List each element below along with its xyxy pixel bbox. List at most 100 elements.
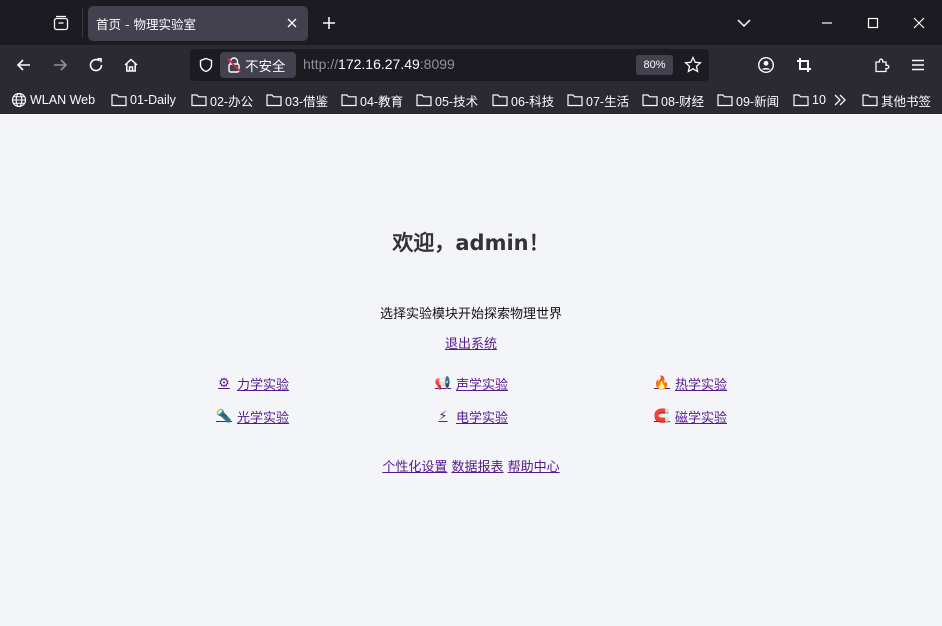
bookmark-folder[interactable]: 06-科技	[492, 90, 554, 110]
folder-icon	[862, 94, 878, 107]
bookmark-label: 10	[812, 93, 826, 107]
megaphone-icon: 📢	[434, 376, 452, 391]
bookmark-star-button[interactable]	[683, 55, 703, 75]
help-center-link[interactable]: 帮助中心	[508, 460, 560, 475]
menu-button[interactable]	[904, 51, 932, 79]
lightning-icon: ⚡	[438, 409, 448, 424]
folder-icon	[717, 94, 733, 107]
forward-button[interactable]	[46, 51, 74, 79]
arrow-left-icon	[16, 59, 30, 71]
url-text[interactable]: http://172.16.27.49:8099	[303, 56, 455, 72]
bookmark-folder[interactable]: 03-借鉴	[266, 90, 328, 110]
site-security-button[interactable]: 不安全	[220, 52, 296, 78]
folder-icon	[492, 94, 508, 107]
bookmark-folder[interactable]: 08-财经	[642, 90, 704, 110]
module-magnetism-link[interactable]: 🧲 磁学实验	[654, 407, 727, 426]
logout-link[interactable]: 退出系统	[445, 337, 497, 352]
back-button[interactable]	[10, 51, 38, 79]
settings-link[interactable]: 个性化设置	[382, 460, 447, 475]
bookmark-label: 02-办公	[210, 94, 254, 109]
module-label: 力学实验	[237, 378, 290, 393]
home-button[interactable]	[117, 51, 145, 79]
url-port: :8099	[419, 56, 455, 72]
minimize-button[interactable]	[812, 8, 842, 38]
new-tab-button[interactable]	[316, 10, 342, 36]
star-icon	[684, 56, 702, 73]
bookmark-folder[interactable]: 01-Daily	[111, 90, 176, 110]
tab-list-button[interactable]	[46, 8, 76, 38]
address-bar[interactable]: 不安全 http://172.16.27.49:8099 80%	[190, 49, 709, 81]
module-electricity-link[interactable]: ⚡ 电学实验	[435, 407, 508, 426]
bookmark-folder[interactable]: 02-办公	[191, 90, 253, 110]
url-host: 172.16.27.49	[338, 56, 420, 72]
tab-title: 首页 - 物理实验室	[96, 17, 196, 32]
globe-icon	[11, 92, 27, 108]
gear-icon: ⚙	[218, 376, 230, 391]
module-optics-link[interactable]: 🔦 光学实验	[216, 407, 289, 426]
tab-bar: 首页 - 物理实验室	[0, 0, 942, 45]
folder-icon	[793, 94, 809, 107]
module-label: 热学实验	[675, 378, 728, 393]
insecure-lock-icon	[226, 57, 242, 73]
tab-overflow-button[interactable]	[729, 8, 759, 38]
flashlight-icon: 🔦	[215, 409, 233, 424]
bookmark-label: 07-生活	[586, 94, 630, 109]
hamburger-menu-icon	[912, 59, 924, 71]
bookmark-folder[interactable]: 10	[793, 90, 826, 110]
url-scheme: http://	[303, 56, 339, 72]
bookmark-label: 04-教育	[360, 94, 404, 109]
bookmark-label: 01-Daily	[130, 93, 176, 107]
module-thermal-link[interactable]: 🔥 热学实验	[654, 374, 727, 393]
security-label: 不安全	[245, 59, 286, 75]
module-acoustics-link[interactable]: 📢 声学实验	[435, 374, 508, 393]
tracking-protection-button[interactable]	[196, 55, 216, 75]
bookmark-label: 其他书签	[881, 94, 932, 109]
module-mechanics-link[interactable]: ⚙ 力学实验	[216, 374, 289, 393]
reload-icon	[89, 58, 103, 72]
close-window-button[interactable]	[904, 8, 934, 38]
other-bookmarks-folder[interactable]: 其他书签	[862, 90, 931, 110]
chevron-down-icon	[737, 19, 751, 28]
account-button[interactable]	[752, 51, 780, 79]
shield-icon	[199, 57, 213, 73]
module-label: 磁学实验	[675, 411, 728, 426]
bookmarks-overflow-button[interactable]	[833, 90, 850, 110]
account-icon	[757, 56, 775, 74]
bookmark-folder[interactable]: 07-生活	[567, 90, 629, 110]
bookmark-folder[interactable]: 05-技术	[416, 90, 478, 110]
active-tab[interactable]: 首页 - 物理实验室	[88, 6, 308, 41]
page-content: 欢迎，admin！ 选择实验模块开始探索物理世界 退出系统 ⚙ 力学实验 📢 声学实…	[0, 114, 942, 626]
folder-icon	[416, 94, 432, 107]
bookmark-folder[interactable]: 04-教育	[341, 90, 403, 110]
arrow-right-icon	[54, 59, 68, 71]
crop-icon	[797, 58, 811, 72]
maximize-button[interactable]	[858, 8, 888, 38]
module-label: 光学实验	[237, 411, 290, 426]
welcome-heading: 欢迎，admin！	[392, 231, 550, 255]
bookmark-wlan-web[interactable]: WLAN Web	[11, 90, 95, 110]
logout-row: 退出系统	[0, 333, 942, 352]
module-label: 声学实验	[456, 378, 509, 393]
magnet-icon: 🧲	[653, 409, 671, 424]
plus-icon	[323, 17, 335, 29]
screenshot-button[interactable]	[790, 51, 818, 79]
bookmark-label: 08-财经	[661, 94, 705, 109]
bookmarks-toolbar: WLAN Web 01-Daily 02-办公 03-借鉴 04-教育 05-技…	[0, 85, 942, 114]
bookmark-label: 09-新闻	[736, 94, 780, 109]
tab-manager-icon	[53, 15, 69, 31]
bookmark-label: 05-技术	[435, 94, 479, 109]
home-icon	[124, 58, 138, 72]
bookmark-label: WLAN Web	[30, 93, 96, 107]
minimize-icon	[822, 22, 832, 24]
bookmark-folder[interactable]: 09-新闻	[717, 90, 779, 110]
zoom-level-button[interactable]: 80%	[636, 55, 673, 75]
extensions-button[interactable]	[868, 51, 896, 79]
bookmark-label: 03-借鉴	[285, 94, 329, 109]
reload-button[interactable]	[82, 51, 110, 79]
bookmark-label: 06-科技	[511, 94, 555, 109]
fire-icon: 🔥	[653, 376, 671, 391]
module-label: 电学实验	[456, 411, 509, 426]
tab-close-button[interactable]	[284, 15, 300, 31]
reports-link[interactable]: 数据报表	[451, 460, 503, 475]
maximize-icon	[867, 17, 879, 29]
